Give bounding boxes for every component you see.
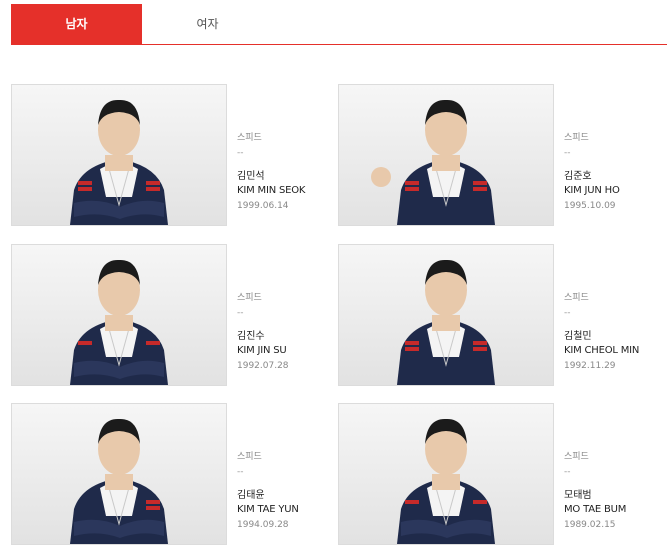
athlete-name-korean: 김철민 [564,331,592,342]
athlete-birthdate: 1995.10.09 [564,201,616,211]
athlete-category: 스피드 [237,452,262,462]
athlete-photo[interactable] [338,244,554,386]
athlete-name-english: KIM JIN SU [237,345,287,356]
athlete-card[interactable]: 스피드 -- 김진수 KIM JIN SU 1992.07.28 [11,244,331,386]
athlete-name-english: MO TAE BUM [564,504,627,515]
athlete-dash: -- [237,467,244,477]
athlete-name-korean: 김태윤 [237,490,265,501]
athlete-birthdate: 1999.06.14 [237,201,289,211]
athlete-portrait [70,259,168,385]
athlete-category: 스피드 [564,133,589,143]
tab-male[interactable]: 남자 [11,4,142,44]
athlete-photo[interactable] [338,84,554,226]
athlete-photo[interactable] [11,84,227,226]
athlete-name-korean: 김준호 [564,171,592,182]
athlete-name-korean: 김진수 [237,331,265,342]
athlete-portrait [397,418,495,544]
athlete-info: 스피드 -- 김준호 KIM JUN HO 1995.10.09 [564,130,664,211]
athlete-info: 스피드 -- 김민석 KIM MIN SEOK 1999.06.14 [237,130,337,211]
athlete-card[interactable]: 스피드 -- 모태범 MO TAE BUM 1989.02.15 [338,403,658,545]
athlete-category: 스피드 [237,293,262,303]
athlete-birthdate: 1989.02.15 [564,520,616,530]
athlete-name-korean: 모태범 [564,490,592,501]
athlete-card[interactable]: 스피드 -- 김철민 KIM CHEOL MIN 1992.11.29 [338,244,658,386]
athlete-card[interactable]: 스피드 -- 김민석 KIM MIN SEOK 1999.06.14 [11,84,331,226]
athlete-photo[interactable] [338,403,554,545]
athlete-photo[interactable] [11,244,227,386]
tab-female[interactable]: 여자 [142,4,273,44]
athlete-info: 스피드 -- 모태범 MO TAE BUM 1989.02.15 [564,449,664,530]
athlete-photo[interactable] [11,403,227,545]
athlete-portrait [397,259,495,385]
athlete-birthdate: 1992.11.29 [564,361,616,371]
athlete-card[interactable]: 스피드 -- 김태윤 KIM TAE YUN 1994.09.28 [11,403,331,545]
athlete-category: 스피드 [237,133,262,143]
athlete-dash: -- [564,148,571,158]
athlete-name-english: KIM JUN HO [564,185,620,196]
athlete-dash: -- [237,308,244,318]
athlete-birthdate: 1992.07.28 [237,361,289,371]
athlete-portrait [70,99,168,225]
athlete-name-korean: 김민석 [237,171,265,182]
athlete-info: 스피드 -- 김진수 KIM JIN SU 1992.07.28 [237,290,337,371]
athlete-dash: -- [564,467,571,477]
athlete-birthdate: 1994.09.28 [237,520,289,530]
athlete-dash: -- [237,148,244,158]
athlete-category: 스피드 [564,452,589,462]
athlete-portrait [70,418,168,544]
athlete-portrait [371,99,495,225]
athlete-name-english: KIM MIN SEOK [237,185,306,196]
athlete-category: 스피드 [564,293,589,303]
athlete-info: 스피드 -- 김태윤 KIM TAE YUN 1994.09.28 [237,449,337,530]
athlete-info: 스피드 -- 김철민 KIM CHEOL MIN 1992.11.29 [564,290,664,371]
gender-tab-bar: 남자 여자 [11,4,667,45]
athlete-name-english: KIM CHEOL MIN [564,345,640,356]
athlete-dash: -- [564,308,571,318]
athlete-card[interactable]: 스피드 -- 김준호 KIM JUN HO 1995.10.09 [338,84,658,226]
athlete-name-english: KIM TAE YUN [237,504,299,515]
